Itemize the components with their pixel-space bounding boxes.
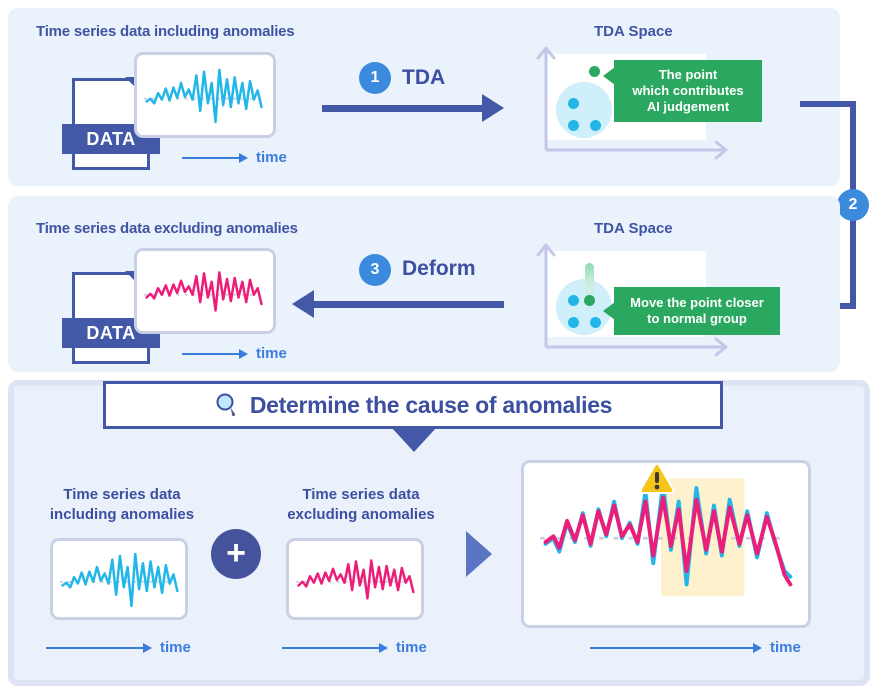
arrow-left-icon (292, 290, 314, 318)
row1-time-axis-line (182, 156, 240, 159)
bottom-left-waveform-chart (59, 552, 179, 608)
row2-cluster-dot-1 (568, 295, 579, 306)
row1-callout-line-2: which contributes (632, 83, 744, 99)
row1-callout-text: The point which contributes AI judgement (632, 67, 743, 115)
row2-callout: Move the point closer to normal group (603, 287, 780, 335)
diagram-canvas: Time series data including anomalies DAT… (0, 0, 886, 694)
row1-heading: Time series data including anomalies (36, 23, 295, 40)
bottom-right-time-axis: time (282, 639, 427, 656)
step-1-arrow (322, 94, 504, 122)
bottom-right-label-line-1: Time series data (302, 486, 420, 503)
bottom-right-time-label: time (396, 639, 427, 656)
arrow-right-icon (143, 642, 152, 653)
arrow-right-icon (239, 152, 248, 163)
step-1-arrow-shaft (322, 104, 482, 112)
plus-operator: + (211, 529, 261, 579)
arrow-right-icon (482, 94, 504, 122)
determine-cause-banner: Determine the cause of anomalies (103, 381, 723, 429)
row1-time-label: time (256, 149, 287, 166)
bottom-left-time-label: time (160, 639, 191, 656)
row2-time-label: time (256, 345, 287, 362)
row2-callout-line-2: to normal group (647, 311, 747, 326)
row1-waveform-card (134, 52, 276, 138)
result-time-label: time (770, 639, 801, 656)
result-time-axis-line (590, 646, 754, 649)
bottom-left-time-axis-line (46, 646, 144, 649)
row2-time-axis-line (182, 352, 240, 355)
row1-waveform-chart (143, 68, 267, 124)
row2-tda-space-title: TDA Space (594, 220, 673, 237)
step-3-arrow-shaft (314, 300, 504, 308)
bottom-left-label-line-1: Time series data (63, 486, 181, 503)
result-arrow-icon (466, 531, 492, 577)
callout-pointer-icon (603, 67, 615, 85)
arrow-right-icon (753, 642, 762, 653)
plus-symbol: + (226, 533, 246, 572)
connector-segment-top (800, 101, 856, 107)
row2-moved-point (584, 295, 595, 306)
row1-time-axis: time (182, 149, 287, 166)
magnifier-icon (216, 393, 235, 416)
warning-triangle-icon (639, 462, 675, 494)
step-3-arrow (292, 290, 504, 318)
row1-callout-line-1: The point (658, 67, 718, 83)
row1-callout: The point which contributes AI judgement (603, 60, 762, 122)
result-time-axis: time (590, 639, 801, 656)
row1-cluster-dot-1 (568, 98, 579, 109)
row2-heading: Time series data excluding anomalies (36, 220, 298, 237)
bottom-left-label-line-2: including anomalies (49, 505, 195, 523)
row2-waveform-card (134, 248, 276, 334)
bottom-right-label: Time series data excluding anomalies (281, 485, 441, 524)
bottom-left-waveform-card (50, 538, 188, 620)
determine-cause-text: Determine the cause of anomalies (249, 391, 613, 418)
step-3-label: Deform (402, 257, 476, 280)
bottom-right-waveform-chart (295, 559, 415, 600)
callout-pointer-icon (603, 302, 615, 320)
bottom-left-label: Time series data including anomalies (47, 485, 197, 524)
step-2-badge: 2 (837, 189, 869, 221)
row1-callout-line-3: AI judgement (646, 98, 730, 114)
row1-cluster-dot-2 (568, 120, 579, 131)
step-1-badge: 1 (359, 62, 391, 94)
row2-waveform-chart (143, 271, 267, 312)
row1-tda-space-title: TDA Space (594, 23, 673, 40)
arrow-right-icon (239, 348, 248, 359)
step-2-number: 2 (848, 196, 858, 213)
bottom-right-time-axis-line (282, 646, 380, 649)
row2-callout-text: Move the point closer to normal group (630, 295, 764, 327)
step-1-number: 1 (370, 69, 380, 86)
step-1-label: TDA (402, 66, 446, 89)
step-3-badge: 3 (359, 254, 391, 286)
bottom-left-time-axis: time (46, 639, 191, 656)
row1-normal-cluster (556, 82, 612, 138)
row1-cluster-dot-3 (590, 120, 601, 131)
row2-cluster-dot-3 (590, 317, 601, 328)
step-3-number: 3 (370, 261, 380, 278)
row2-cluster-dot-2 (568, 317, 579, 328)
banner-caret-icon (392, 428, 436, 452)
row2-callout-line-1: Move the point closer (630, 295, 764, 311)
bottom-right-waveform-card (286, 538, 424, 620)
bottom-right-label-line-2: excluding anomalies (287, 505, 435, 523)
row1-anomaly-point (589, 66, 600, 77)
arrow-right-icon (379, 642, 388, 653)
row2-time-axis: time (182, 345, 287, 362)
